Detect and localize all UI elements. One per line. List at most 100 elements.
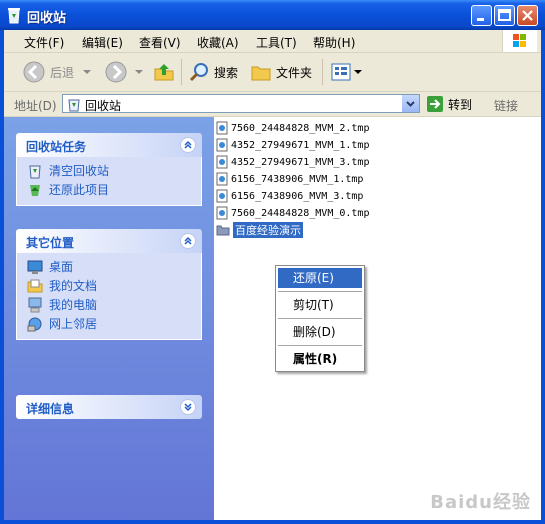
restore-item-link[interactable]: 还原此项目 [17,180,201,199]
list-item[interactable]: 6156_7438906_MVM_3.tmp [216,188,363,204]
views-button[interactable] [330,59,362,85]
collapse-button[interactable] [180,233,196,249]
list-item[interactable]: 4352_27949671_MVM_3.tmp [216,154,369,170]
empty-recycle-bin-link[interactable]: 清空回收站 [17,161,201,180]
recycle-bin-window: 回收站 文件(F) 编辑(E) 查看(V) 收藏(A) 工具(T) 帮助(H) [0,0,545,524]
file-name: 7560_24484828_MVM_0.tmp [231,207,370,219]
recycle-bin-icon [68,99,80,112]
task-pane: 回收站任务 清空回收站 还原此项目 其它位置 桌面 我的文档 我的电脑 网上邻居… [4,117,214,520]
task-label: 桌面 [49,260,74,274]
back-button[interactable]: 后退 [22,59,92,85]
chevron-down-icon [354,70,362,74]
forward-button[interactable] [104,59,144,85]
address-dropdown-button[interactable] [402,95,419,112]
forward-arrow-icon [105,61,127,83]
title-bar[interactable]: 回收站 [0,0,545,30]
chevron-down-icon [83,70,92,74]
menu-file[interactable]: 文件(F) [24,34,64,51]
chevron-up-icon [184,140,192,149]
links-label[interactable]: 链接 [494,97,518,114]
context-delete[interactable]: 删除(D) [276,322,364,342]
file-list: 7560_24484828_MVM_2.tmp 4352_27949671_MV… [214,117,541,520]
menu-help[interactable]: 帮助(H) [313,34,355,51]
go-button[interactable]: 转到 [426,95,472,113]
my-computer-link[interactable]: 我的电脑 [17,295,201,314]
up-folder-button[interactable] [152,59,176,85]
recycle-bin-icon [29,165,41,178]
panel-header[interactable]: 回收站任务 [16,133,202,157]
search-icon [189,63,208,82]
menu-view[interactable]: 查看(V) [139,34,181,51]
folders-button[interactable]: 文件夹 [250,59,312,85]
go-arrow-icon [427,96,443,112]
menu-separator [278,291,362,292]
selected-folder-item[interactable]: 百度经验演示 [216,222,303,238]
search-label: 搜索 [214,65,239,80]
views-icon [331,63,351,81]
folder-icon [216,225,230,236]
expand-button[interactable] [180,399,196,415]
network-places-link[interactable]: 网上邻居 [17,314,201,333]
panel-header[interactable]: 其它位置 [16,229,202,253]
window-title: 回收站 [27,11,67,26]
my-documents-link[interactable]: 我的文档 [17,276,201,295]
ie-file-icon [216,206,228,220]
menu-separator [278,345,362,346]
panel-header[interactable]: 详细信息 [16,395,202,419]
ie-file-icon [216,121,228,135]
collapse-button[interactable] [180,137,196,153]
task-label: 网上邻居 [49,317,98,331]
watermark: Baidu经验 [430,492,531,513]
desktop-icon [27,260,43,274]
context-menu: 还原(E) 剪切(T) 删除(D) 属性(R) [275,265,365,372]
task-label: 我的文档 [49,279,98,293]
address-field[interactable]: 回收站 [62,94,420,113]
window-frame: 文件(F) 编辑(E) 查看(V) 收藏(A) 工具(T) 帮助(H) 后退 搜… [4,30,541,520]
panel-title: 详细信息 [26,402,75,416]
ie-file-icon [216,155,228,169]
windows-flag-icon [513,34,526,47]
menu-favorites[interactable]: 收藏(A) [197,34,239,51]
file-name: 4352_27949671_MVM_3.tmp [231,156,370,168]
ie-file-icon [216,189,228,203]
chevron-down-icon [135,70,143,74]
search-button[interactable]: 搜索 [188,59,238,85]
menu-separator [278,318,362,319]
context-properties[interactable]: 属性(R) [276,349,364,369]
back-label: 后退 [50,65,75,80]
ie-file-icon [216,138,228,152]
file-name: 4352_27949671_MVM_1.tmp [231,139,370,151]
address-bar: 地址(D) 回收站 转到 链接 [4,92,541,117]
task-label: 还原此项目 [49,183,110,197]
toolbar: 后退 搜索 文件夹 [4,53,541,92]
toolbar-separator [181,59,182,85]
list-item[interactable]: 4352_27949671_MVM_1.tmp [216,137,369,153]
context-cut[interactable]: 剪切(T) [276,295,364,315]
details-panel: 详细信息 [16,395,202,419]
menu-edit[interactable]: 编辑(E) [82,34,123,51]
task-label: 清空回收站 [49,164,110,178]
desktop-link[interactable]: 桌面 [17,257,201,276]
folders-label: 文件夹 [276,65,313,80]
go-label: 转到 [448,97,473,112]
network-places-icon [27,317,42,331]
panel-body: 清空回收站 还原此项目 [16,157,202,206]
my-documents-icon [27,279,43,292]
list-item[interactable]: 6156_7438906_MVM_1.tmp [216,171,363,187]
close-button[interactable] [517,5,538,26]
menu-bar: 文件(F) 编辑(E) 查看(V) 收藏(A) 工具(T) 帮助(H) [4,30,541,53]
folder-icon [251,66,271,81]
menu-tools[interactable]: 工具(T) [256,34,297,51]
file-name: 6156_7438906_MVM_3.tmp [231,190,364,202]
context-restore[interactable]: 还原(E) [278,268,362,288]
up-folder-icon [154,64,174,81]
address-value: 回收站 [85,99,122,113]
back-arrow-icon [23,61,45,83]
maximize-button[interactable] [494,5,515,26]
task-label: 我的电脑 [49,298,98,312]
minimize-button[interactable] [471,5,492,26]
list-item[interactable]: 7560_24484828_MVM_2.tmp [216,120,369,136]
list-item[interactable]: 7560_24484828_MVM_0.tmp [216,205,369,221]
chevron-down-icon [406,101,415,107]
recycle-bin-tasks-panel: 回收站任务 清空回收站 还原此项目 [16,133,202,206]
